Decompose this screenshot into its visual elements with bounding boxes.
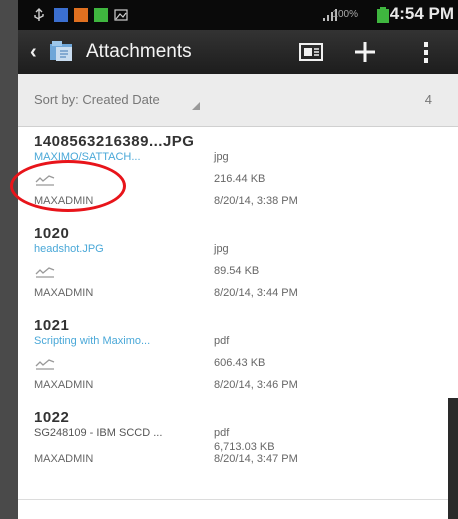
attachment-date: 8/20/14, 3:46 PM: [214, 379, 298, 391]
list-item[interactable]: 1022 SG248109 - IBM SCCD ... pdf 6,713.0…: [18, 403, 458, 500]
left-edge-margin: [0, 0, 18, 519]
green-app-icon: [94, 8, 108, 22]
list-item[interactable]: 1020 headshot.JPG jpg 89.54 KB MAXADMIN …: [18, 219, 458, 312]
attachment-type: pdf: [214, 335, 230, 347]
attachment-description: headshot.JPG: [34, 243, 104, 255]
add-button[interactable]: [348, 36, 382, 68]
attachment-id: 1408563216389...JPG: [34, 133, 195, 150]
status-bar: 100% 4:54 PM: [18, 0, 458, 30]
signature-icon: [35, 267, 55, 278]
right-edge-strip: [448, 398, 458, 519]
attachment-count: 4: [424, 92, 432, 107]
attachment-size: 606.43 KB: [214, 357, 266, 369]
card-button[interactable]: [294, 36, 328, 68]
annotation-ellipse: [10, 160, 126, 212]
page-title: Attachments: [86, 41, 192, 62]
attachment-size: 6,713.03 KB: [214, 441, 275, 453]
notification-icon: [54, 8, 68, 22]
action-bar: ‹ Attachments: [18, 30, 458, 74]
overflow-menu-icon: [424, 42, 428, 63]
plus-icon: [355, 42, 375, 62]
attachments-app-icon[interactable]: [48, 38, 76, 64]
attachment-date: 8/20/14, 3:44 PM: [214, 287, 298, 299]
attachment-type: jpg: [214, 151, 229, 163]
attachment-id: 1022: [34, 409, 70, 426]
card-icon: [299, 43, 323, 61]
overflow-menu-button[interactable]: [414, 36, 438, 68]
attachment-id: 1020: [34, 225, 70, 242]
attachment-size: 216.44 KB: [214, 173, 266, 185]
attachment-description: SG248109 - IBM SCCD ...: [34, 427, 163, 439]
attachment-user: MAXADMIN: [34, 379, 94, 391]
clock: 4:54 PM: [389, 4, 454, 23]
signature-icon: [35, 359, 55, 370]
attachment-user: MAXADMIN: [34, 287, 94, 299]
attachment-type: pdf: [214, 427, 230, 439]
attachment-date: 8/20/14, 3:38 PM: [214, 195, 298, 207]
sort-label[interactable]: Sort by: Created Date: [34, 92, 160, 107]
attachment-date: 8/20/14, 3:47 PM: [214, 453, 298, 465]
phone-screen: 100% 4:54 PM ‹ Attachments Sort by: Crea…: [0, 0, 458, 519]
attachment-type: jpg: [214, 243, 229, 255]
sort-bar[interactable]: Sort by: Created Date 4: [18, 74, 458, 127]
battery-percent: 100%: [332, 9, 358, 20]
attachment-user: MAXADMIN: [34, 453, 94, 465]
image-icon: [114, 9, 128, 21]
orange-app-icon: [74, 8, 88, 22]
attachment-description: Scripting with Maximo...: [34, 335, 151, 347]
dropdown-corner-icon: [192, 102, 200, 110]
back-icon[interactable]: ‹: [30, 41, 37, 64]
attachment-size: 89.54 KB: [214, 265, 260, 277]
attachment-id: 1021: [34, 317, 70, 334]
list-item[interactable]: 1021 Scripting with Maximo... pdf 606.43…: [18, 311, 458, 404]
battery-icon: [377, 7, 389, 23]
usb-icon: [34, 8, 44, 21]
